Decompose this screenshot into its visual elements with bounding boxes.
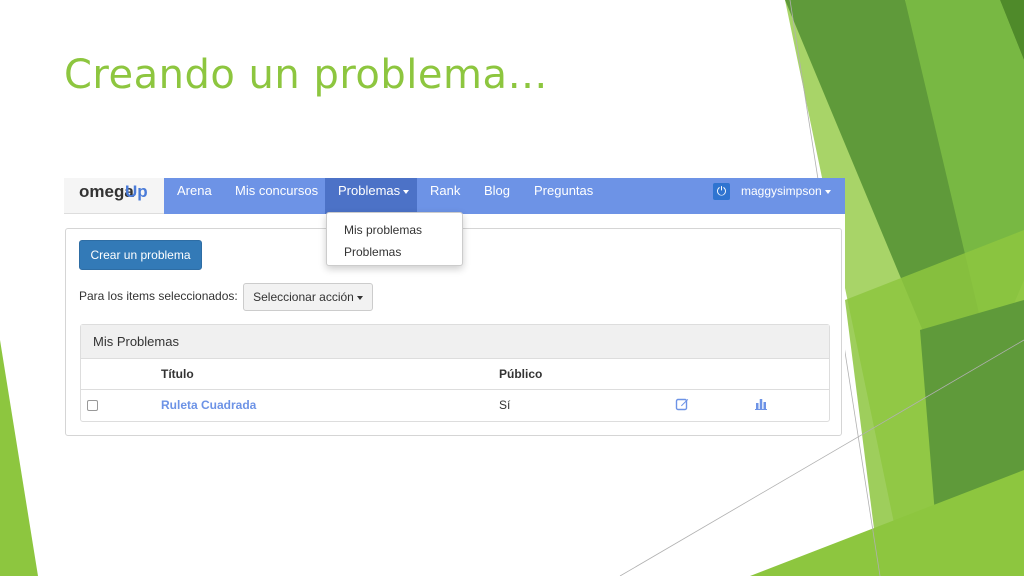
nav-mis-concursos[interactable]: Mis concursos (235, 178, 318, 214)
caret-down-icon (403, 189, 410, 194)
caret-down-icon (356, 295, 363, 300)
menu-item-problemas[interactable]: Problemas (344, 245, 401, 259)
column-header-titulo: Título (161, 367, 194, 381)
problemas-dropdown-menu: Mis problemas Problemas (326, 212, 463, 266)
row-divider (81, 389, 829, 390)
brand-part-up: Up (125, 182, 148, 201)
nav-problemas-label: Problemas (338, 183, 401, 198)
nav-arena[interactable]: Arena (177, 178, 212, 214)
problem-public-value: Sí (499, 398, 511, 412)
edit-icon[interactable] (675, 397, 689, 411)
panel-title: Mis Problemas (93, 334, 179, 349)
panel-heading: Mis Problemas (81, 325, 829, 359)
nav-preguntas[interactable]: Preguntas (534, 178, 593, 214)
menu-item-mis-problemas[interactable]: Mis problemas (344, 223, 422, 237)
column-header-publico: Público (499, 367, 543, 381)
bulk-action-select-label: Seleccionar acción (253, 290, 354, 304)
bulk-action-select[interactable]: Seleccionar acción (243, 283, 373, 311)
username: maggysimpson (741, 184, 822, 198)
app-screenshot: omega Up Arena Mis concursos Problemas R… (64, 178, 845, 438)
user-menu[interactable]: maggysimpson (741, 178, 831, 204)
bar-chart-icon[interactable] (755, 398, 767, 410)
row-checkbox[interactable] (87, 400, 98, 411)
slide-title: Creando un problema… (64, 52, 548, 98)
problems-table-panel: Mis Problemas Título Público Ruleta Cuad… (80, 324, 830, 422)
nav-problemas[interactable]: Problemas (325, 178, 417, 214)
bulk-action-label: Para los items seleccionados: (79, 289, 238, 303)
brand-logo[interactable]: omega Up (64, 178, 164, 214)
problem-link[interactable]: Ruleta Cuadrada (161, 398, 256, 412)
power-icon[interactable]: ⏻ (713, 183, 730, 200)
create-problem-button[interactable]: Crear un problema (79, 240, 202, 270)
nav-rank[interactable]: Rank (430, 178, 460, 214)
caret-down-icon (824, 189, 831, 194)
top-navbar: omega Up Arena Mis concursos Problemas R… (64, 178, 845, 214)
nav-blog[interactable]: Blog (484, 178, 510, 214)
